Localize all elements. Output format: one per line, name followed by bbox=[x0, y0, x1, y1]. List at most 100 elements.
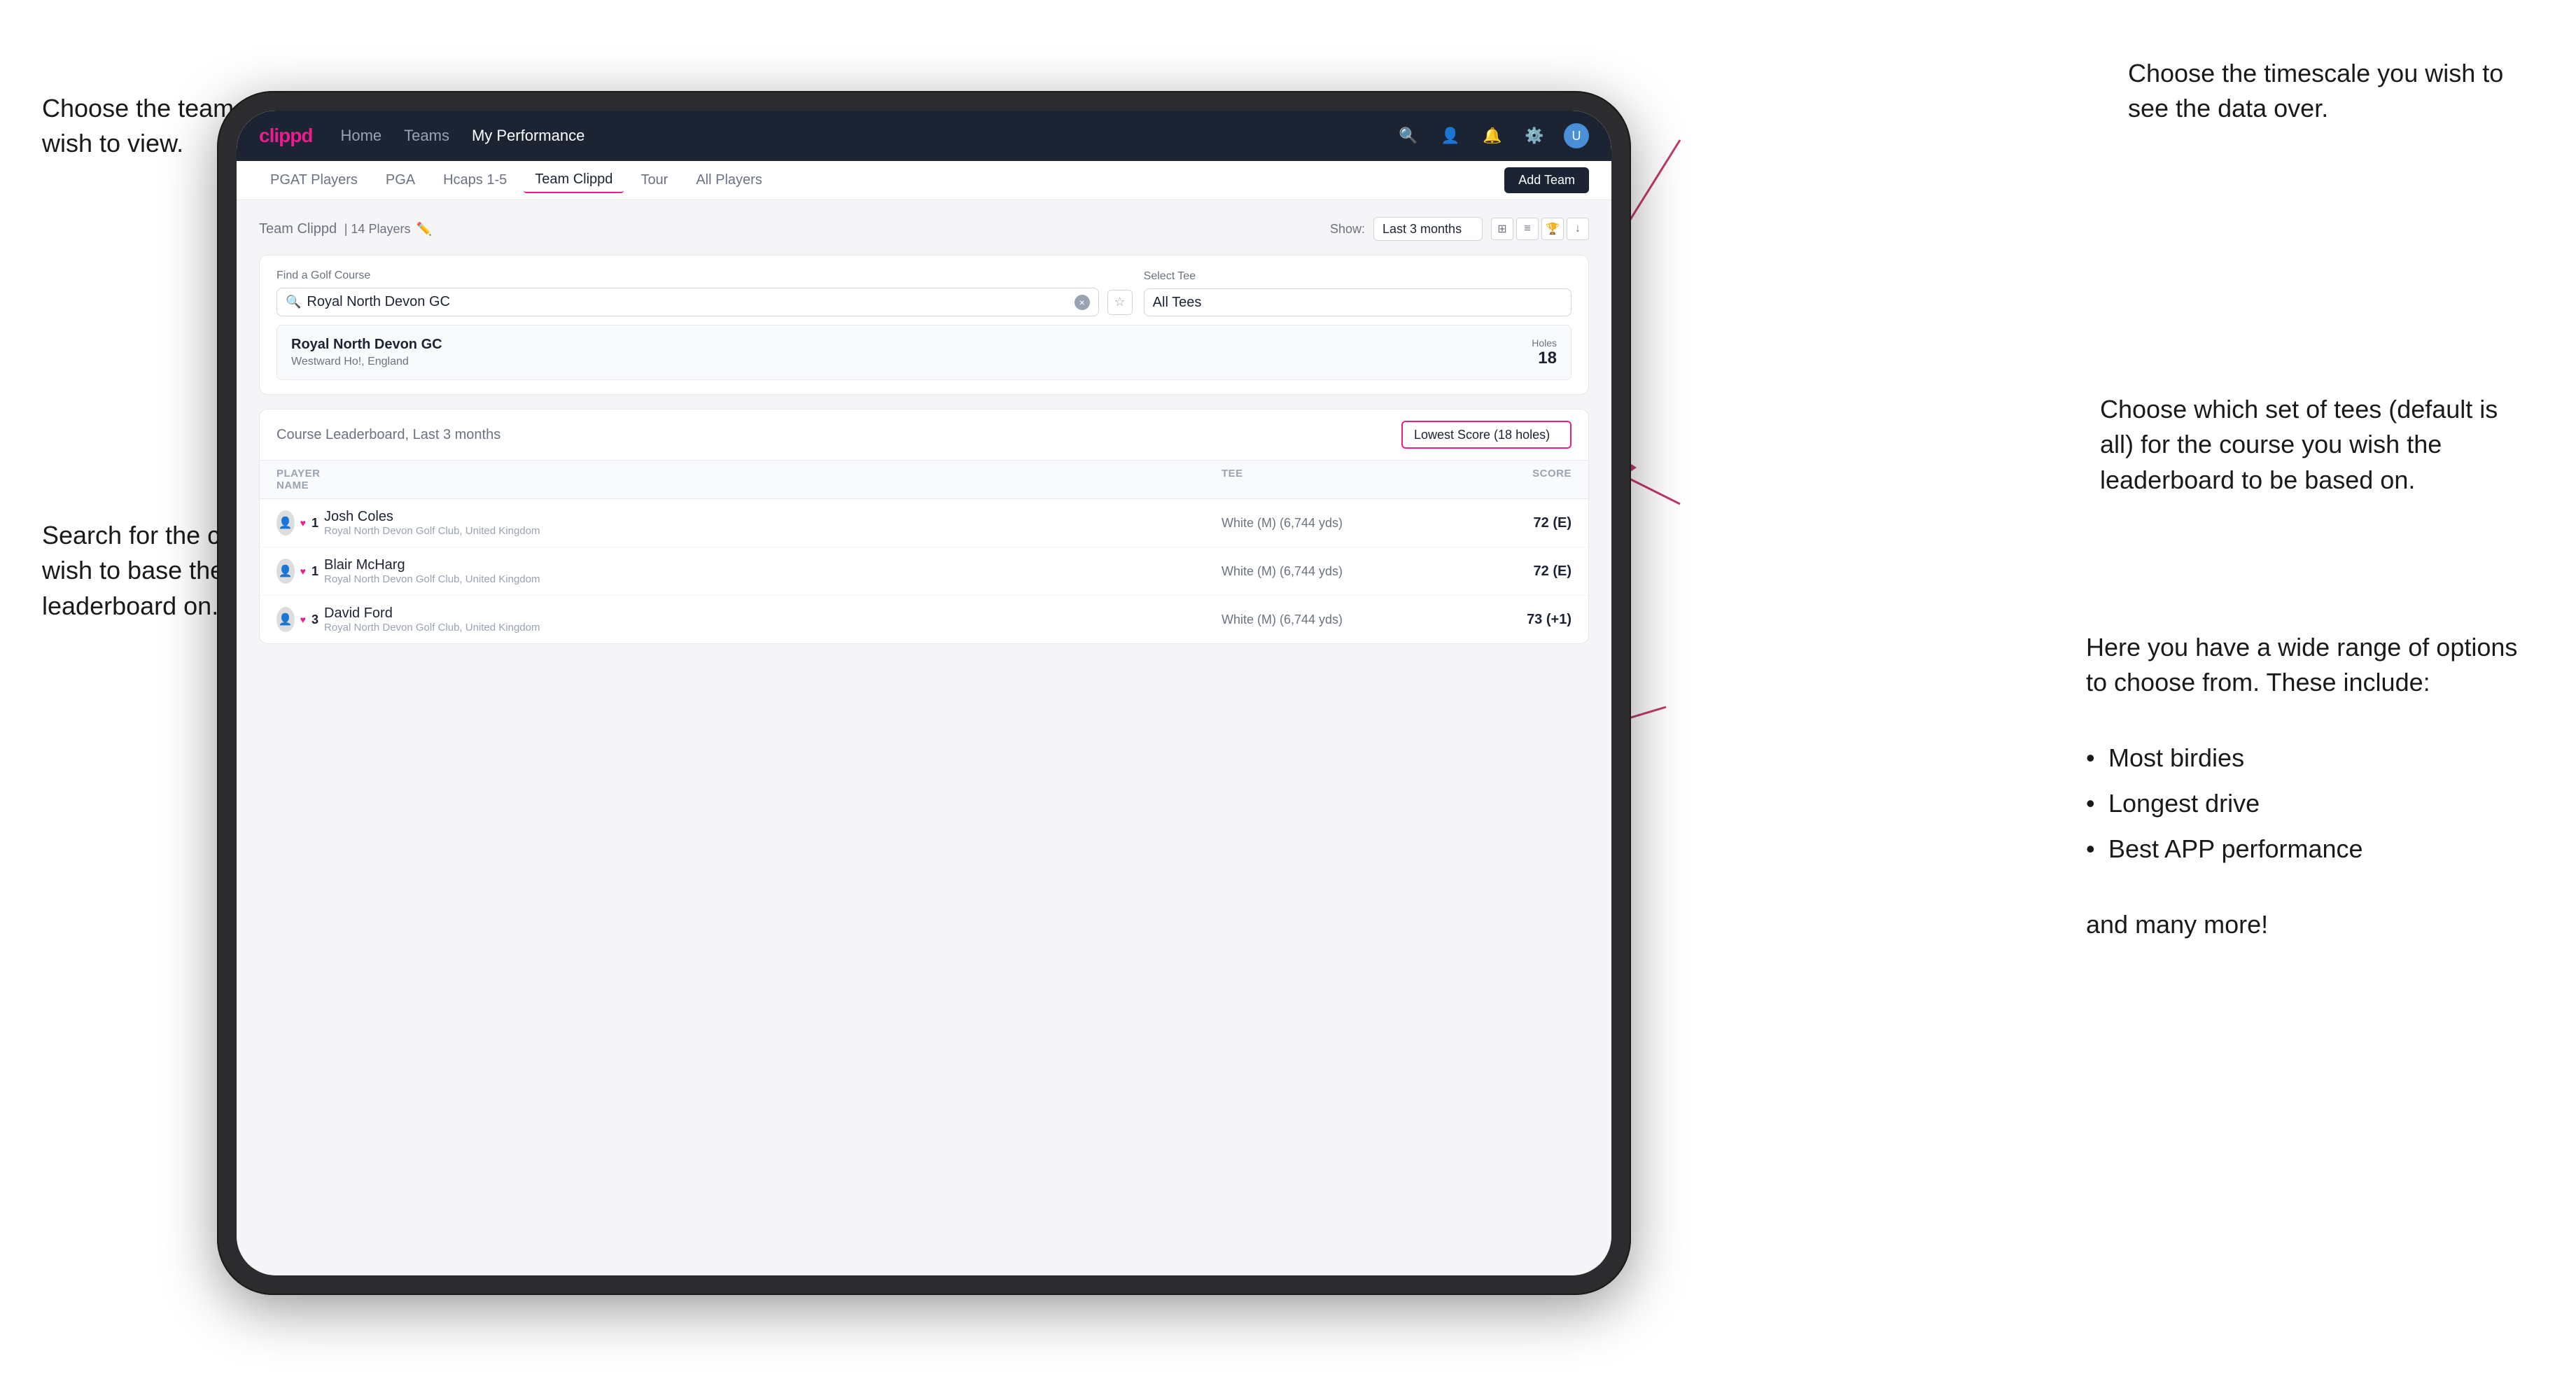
team-header: Team Clippd | 14 Players ✏️ Show: Last 3… bbox=[259, 217, 1589, 241]
show-controls: Show: Last 3 months ⊞ ≡ 🏆 ↓ bbox=[1330, 217, 1589, 241]
player-cell-3: David Ford Royal North Devon Golf Club, … bbox=[318, 606, 1222, 634]
nav-links: Home Teams My Performance bbox=[340, 127, 1396, 145]
tab-tour[interactable]: Tour bbox=[629, 168, 679, 192]
leaderboard-card: Course Leaderboard, Last 3 months Lowest… bbox=[259, 409, 1589, 644]
options-list: Most birdies Longest drive Best APP perf… bbox=[2086, 736, 2520, 872]
player-name-2: Blair McHarg bbox=[324, 557, 1222, 573]
grid-view-button[interactable]: ⊞ bbox=[1491, 218, 1513, 240]
tab-pgat-players[interactable]: PGAT Players bbox=[259, 168, 369, 192]
player-avatar-3: 👤 bbox=[276, 607, 295, 632]
clear-search-button[interactable]: × bbox=[1074, 295, 1090, 310]
player-avatar-2: 👤 bbox=[276, 559, 295, 584]
heart-icon-3: ♥ bbox=[300, 614, 306, 625]
and-more-text: and many more! bbox=[2086, 910, 2268, 939]
favourite-button[interactable]: ☆ bbox=[1107, 290, 1133, 315]
tee-cell-3: White (M) (6,744 yds) bbox=[1222, 612, 1432, 627]
team-title-group: Team Clippd | 14 Players ✏️ bbox=[259, 221, 432, 237]
search-icon-small: 🔍 bbox=[286, 295, 301, 309]
nav-my-performance[interactable]: My Performance bbox=[472, 127, 584, 145]
holes-badge: Holes 18 bbox=[1532, 337, 1557, 368]
annotation-timescale: Choose the timescale you wish to see the… bbox=[2128, 56, 2520, 127]
tab-pga[interactable]: PGA bbox=[374, 168, 426, 192]
player-count: | 14 Players bbox=[341, 222, 411, 236]
tee-select-dropdown[interactable]: All Tees bbox=[1144, 288, 1572, 316]
rank-cell-3: 👤 ♥ 3 bbox=[276, 607, 318, 632]
trophy-view-button[interactable]: 🏆 bbox=[1541, 218, 1564, 240]
leaderboard-title: Course Leaderboard, Last 3 months bbox=[276, 427, 500, 443]
player-club-3: Royal North Devon Golf Club, United King… bbox=[324, 622, 1222, 634]
search-row: Find a Golf Course 🔍 × ☆ bbox=[276, 270, 1572, 316]
download-button[interactable]: ↓ bbox=[1567, 218, 1589, 240]
search-icon[interactable]: 🔍 bbox=[1396, 123, 1421, 148]
sub-nav: PGAT Players PGA Hcaps 1-5 Team Clippd T… bbox=[237, 161, 1611, 200]
course-info: Royal North Devon GC Westward Ho!, Engla… bbox=[291, 337, 442, 368]
leaderboard-table: PLAYER NAME TEE SCORE 👤 ♥ 1 bbox=[260, 461, 1588, 643]
search-input-row: 🔍 × ☆ bbox=[276, 288, 1133, 316]
search-group: Find a Golf Course 🔍 × ☆ bbox=[276, 270, 1133, 316]
tab-all-players[interactable]: All Players bbox=[685, 168, 773, 192]
search-input-wrapper: 🔍 × bbox=[276, 288, 1099, 316]
score-cell-1: 72 (E) bbox=[1432, 515, 1572, 531]
notification-icon[interactable]: 🔔 bbox=[1480, 123, 1505, 148]
player-club-2: Royal North Devon Golf Club, United King… bbox=[324, 573, 1222, 585]
user-avatar[interactable]: U bbox=[1564, 123, 1589, 148]
annotation-tees: Choose which set of tees (default is all… bbox=[2100, 392, 2520, 498]
score-type-dropdown[interactable]: Lowest Score (18 holes) bbox=[1401, 421, 1572, 449]
heart-icon-2: ♥ bbox=[300, 566, 306, 577]
option-birdies: Most birdies bbox=[2086, 736, 2520, 781]
tab-hcaps[interactable]: Hcaps 1-5 bbox=[432, 168, 518, 192]
col-player-name: PLAYER NAME bbox=[276, 468, 318, 491]
add-team-button[interactable]: Add Team bbox=[1504, 167, 1589, 193]
col-score: SCORE bbox=[1432, 468, 1572, 491]
player-club-1: Royal North Devon Golf Club, United King… bbox=[324, 525, 1222, 537]
app-container: clippd Home Teams My Performance 🔍 👤 🔔 ⚙… bbox=[237, 111, 1611, 1275]
nav-teams[interactable]: Teams bbox=[404, 127, 449, 145]
top-nav: clippd Home Teams My Performance 🔍 👤 🔔 ⚙… bbox=[237, 111, 1611, 161]
edit-icon[interactable]: ✏️ bbox=[416, 222, 431, 237]
sub-nav-tabs: PGAT Players PGA Hcaps 1-5 Team Clippd T… bbox=[259, 167, 774, 193]
holes-label: Holes bbox=[1532, 337, 1557, 349]
player-cell-2: Blair McHarg Royal North Devon Golf Club… bbox=[318, 557, 1222, 585]
show-label: Show: bbox=[1330, 222, 1365, 237]
course-result[interactable]: Royal North Devon GC Westward Ho!, Engla… bbox=[276, 325, 1572, 380]
score-cell-3: 73 (+1) bbox=[1432, 612, 1572, 628]
score-type-wrapper: Lowest Score (18 holes) bbox=[1401, 421, 1572, 449]
table-row: 👤 ♥ 1 Josh Coles Royal North Devon Golf … bbox=[260, 499, 1588, 547]
show-dropdown[interactable]: Last 3 months bbox=[1373, 217, 1483, 241]
people-icon[interactable]: 👤 bbox=[1438, 123, 1463, 148]
score-cell-2: 72 (E) bbox=[1432, 564, 1572, 580]
ipad-device: clippd Home Teams My Performance 🔍 👤 🔔 ⚙… bbox=[217, 91, 1631, 1295]
holes-number: 18 bbox=[1532, 349, 1557, 368]
team-title: Team Clippd | 14 Players bbox=[259, 221, 410, 237]
tee-cell-2: White (M) (6,744 yds) bbox=[1222, 564, 1432, 579]
rank-cell-2: 👤 ♥ 1 bbox=[276, 559, 318, 584]
nav-logo: clippd bbox=[259, 125, 312, 147]
tab-team-clippd[interactable]: Team Clippd bbox=[524, 167, 624, 193]
rank-2: 1 bbox=[312, 564, 318, 579]
list-view-button[interactable]: ≡ bbox=[1516, 218, 1539, 240]
player-cell-1: Josh Coles Royal North Devon Golf Club, … bbox=[318, 509, 1222, 537]
table-row: 👤 ♥ 1 Blair McHarg Royal North Devon Gol… bbox=[260, 547, 1588, 596]
player-name-3: David Ford bbox=[324, 606, 1222, 622]
search-card: Find a Golf Course 🔍 × ☆ bbox=[259, 255, 1589, 395]
select-tee-label: Select Tee bbox=[1144, 270, 1572, 283]
player-avatar-1: 👤 bbox=[276, 510, 295, 536]
tee-cell-1: White (M) (6,744 yds) bbox=[1222, 516, 1432, 531]
find-course-label: Find a Golf Course bbox=[276, 270, 1133, 282]
course-search-input[interactable] bbox=[307, 294, 1068, 310]
option-app: Best APP performance bbox=[2086, 827, 2520, 872]
table-header: PLAYER NAME TEE SCORE bbox=[260, 461, 1588, 499]
nav-icons: 🔍 👤 🔔 ⚙️ U bbox=[1396, 123, 1589, 148]
tee-select-group: Select Tee All Tees bbox=[1144, 270, 1572, 316]
rank-cell-1: 👤 ♥ 1 bbox=[276, 510, 318, 536]
heart-icon-1: ♥ bbox=[300, 517, 306, 528]
settings-icon[interactable]: ⚙️ bbox=[1522, 123, 1547, 148]
option-drive: Longest drive bbox=[2086, 781, 2520, 827]
annotation-options: Here you have a wide range of options to… bbox=[2086, 630, 2520, 942]
ipad-screen: clippd Home Teams My Performance 🔍 👤 🔔 ⚙… bbox=[237, 111, 1611, 1275]
col-player-info bbox=[318, 468, 1222, 491]
nav-home[interactable]: Home bbox=[340, 127, 382, 145]
leaderboard-header: Course Leaderboard, Last 3 months Lowest… bbox=[260, 410, 1588, 461]
view-icons: ⊞ ≡ 🏆 ↓ bbox=[1491, 218, 1589, 240]
main-content: Team Clippd | 14 Players ✏️ Show: Last 3… bbox=[237, 200, 1611, 1275]
